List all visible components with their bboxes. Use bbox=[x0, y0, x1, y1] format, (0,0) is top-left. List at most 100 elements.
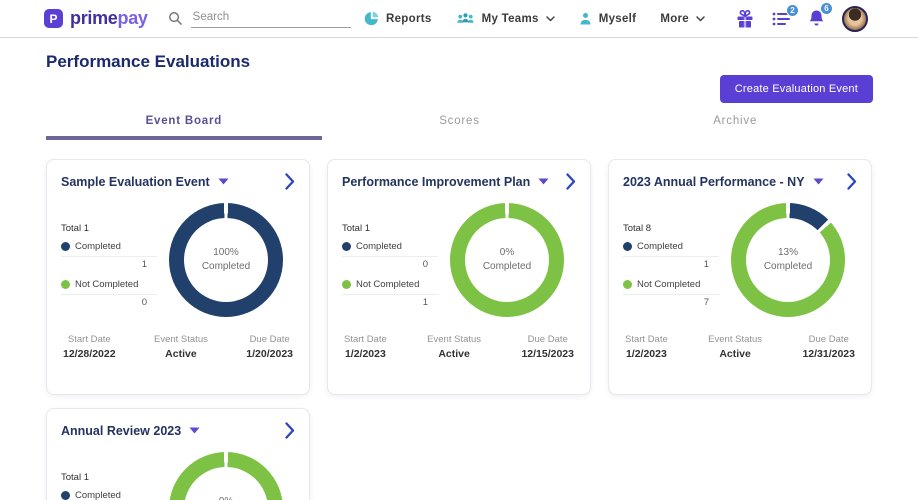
create-evaluation-event-button[interactable]: Create Evaluation Event bbox=[720, 75, 873, 103]
not-completed-dot-icon bbox=[623, 280, 632, 289]
completion-donut-chart: 100% Completed bbox=[169, 203, 283, 317]
completion-donut-chart: 0% Completed bbox=[450, 203, 564, 317]
not-completed-label: Not Completed bbox=[637, 279, 700, 290]
top-nav: P primepay Reports bbox=[0, 0, 918, 38]
start-date-label: Start Date bbox=[625, 334, 668, 345]
caret-down-icon[interactable] bbox=[218, 178, 229, 185]
tasks-badge: 2 bbox=[786, 4, 799, 17]
nav-item-label: Myself bbox=[599, 13, 637, 25]
legend-total: Total 1 bbox=[61, 472, 157, 483]
not-completed-dot-icon bbox=[61, 280, 70, 289]
not-completed-value: 0 bbox=[61, 297, 157, 308]
completed-label: Completed bbox=[637, 241, 683, 252]
chevron-right-icon[interactable] bbox=[566, 173, 576, 190]
completed-label: Completed bbox=[356, 241, 402, 252]
user-avatar[interactable] bbox=[842, 6, 868, 32]
completed-label: Completed bbox=[75, 241, 121, 252]
donut-legend: Total 1 Completed 0 Not Completed 1 bbox=[342, 203, 438, 317]
legend-total: Total 1 bbox=[342, 223, 438, 234]
caret-down-icon[interactable] bbox=[538, 178, 549, 185]
gift-icon[interactable] bbox=[735, 9, 755, 28]
donut-legend: Total 1 Completed 1 Not Completed 0 bbox=[61, 203, 157, 317]
tasks-icon[interactable]: 2 bbox=[772, 11, 791, 27]
caret-down-icon[interactable] bbox=[189, 427, 200, 434]
completed-dot-icon bbox=[342, 242, 351, 251]
due-date-label: Due Date bbox=[521, 334, 574, 345]
start-date-label: Start Date bbox=[63, 334, 116, 345]
start-date-value: 12/28/2022 bbox=[63, 348, 116, 360]
donut-percent: 0% bbox=[500, 246, 514, 261]
event-board-grid: Sample Evaluation Event Total 1 Complete… bbox=[46, 159, 873, 500]
due-date-label: Due Date bbox=[246, 334, 293, 345]
nav-item-label: Reports bbox=[386, 13, 432, 25]
not-completed-dot-icon bbox=[342, 280, 351, 289]
evaluation-event-card: Sample Evaluation Event Total 1 Complete… bbox=[46, 159, 310, 395]
tab-scores[interactable]: Scores bbox=[322, 115, 598, 140]
tab-archive[interactable]: Archive bbox=[597, 115, 873, 140]
donut-percent: 0% bbox=[219, 495, 233, 500]
not-completed-label: Not Completed bbox=[356, 279, 419, 290]
nav-item-label: More bbox=[660, 13, 689, 25]
card-title[interactable]: Sample Evaluation Event bbox=[61, 175, 210, 189]
notifications-bell-icon[interactable]: 6 bbox=[808, 9, 825, 28]
donut-center-label: Completed bbox=[202, 260, 250, 275]
tab-bar: Event Board Scores Archive bbox=[46, 115, 873, 140]
donut-legend: Total 1 Completed 0 Not Completed bbox=[61, 452, 157, 500]
chevron-down-icon bbox=[546, 16, 555, 22]
caret-down-icon[interactable] bbox=[813, 178, 824, 185]
start-date-value: 1/2/2023 bbox=[625, 348, 668, 360]
event-status-label: Event Status bbox=[154, 334, 208, 345]
completed-dot-icon bbox=[61, 242, 70, 251]
start-date-value: 1/2/2023 bbox=[344, 348, 387, 360]
nav-item-reports[interactable]: Reports bbox=[364, 11, 432, 26]
primepay-logo-icon: P bbox=[44, 9, 63, 28]
completion-donut-chart: 0% Completed bbox=[169, 452, 283, 500]
completed-label: Completed bbox=[75, 490, 121, 500]
completed-dot-icon bbox=[623, 242, 632, 251]
nav-item-more[interactable]: More bbox=[660, 13, 705, 25]
card-title[interactable]: 2023 Annual Performance - NY bbox=[623, 175, 805, 189]
chevron-down-icon bbox=[696, 16, 705, 22]
completed-value: 1 bbox=[61, 259, 157, 270]
donut-center-label: Completed bbox=[764, 260, 812, 275]
due-date-label: Due Date bbox=[802, 334, 855, 345]
search-icon[interactable] bbox=[168, 11, 183, 26]
pie-chart-icon bbox=[364, 11, 379, 26]
completed-value: 0 bbox=[342, 259, 438, 270]
nav-item-myself[interactable]: Myself bbox=[579, 12, 637, 26]
event-status-value: Active bbox=[708, 348, 762, 360]
chevron-right-icon[interactable] bbox=[285, 173, 295, 190]
person-icon bbox=[579, 12, 592, 26]
donut-percent: 100% bbox=[213, 246, 239, 261]
card-title[interactable]: Performance Improvement Plan bbox=[342, 175, 530, 189]
event-status-label: Event Status bbox=[427, 334, 481, 345]
card-title[interactable]: Annual Review 2023 bbox=[61, 424, 181, 438]
page-title: Performance Evaluations bbox=[46, 52, 873, 72]
start-date-label: Start Date bbox=[344, 334, 387, 345]
evaluation-event-card: Performance Improvement Plan Total 1 Com… bbox=[327, 159, 591, 395]
search-input[interactable] bbox=[191, 9, 351, 28]
not-completed-value: 1 bbox=[342, 297, 438, 308]
not-completed-value: 7 bbox=[623, 297, 719, 308]
legend-total: Total 8 bbox=[623, 223, 719, 234]
legend-total: Total 1 bbox=[61, 223, 157, 234]
evaluation-event-card: 2023 Annual Performance - NY Total 8 Com… bbox=[608, 159, 872, 395]
due-date-value: 1/20/2023 bbox=[246, 348, 293, 360]
due-date-value: 12/31/2023 bbox=[802, 348, 855, 360]
event-status-value: Active bbox=[154, 348, 208, 360]
people-icon bbox=[456, 12, 475, 26]
notifications-badge: 6 bbox=[820, 2, 833, 15]
nav-item-label: My Teams bbox=[482, 13, 539, 25]
event-status-label: Event Status bbox=[708, 334, 762, 345]
primepay-logo[interactable]: P primepay bbox=[44, 8, 148, 29]
completion-donut-chart: 13% Completed bbox=[731, 203, 845, 317]
donut-percent: 13% bbox=[778, 246, 798, 261]
nav-item-my-teams[interactable]: My Teams bbox=[456, 12, 555, 26]
chevron-right-icon[interactable] bbox=[285, 422, 295, 439]
completed-value: 1 bbox=[623, 259, 719, 270]
primepay-logo-text: primepay bbox=[70, 8, 148, 29]
not-completed-label: Not Completed bbox=[75, 279, 138, 290]
chevron-right-icon[interactable] bbox=[847, 173, 857, 190]
tab-event-board[interactable]: Event Board bbox=[46, 115, 322, 140]
donut-center-label: Completed bbox=[483, 260, 531, 275]
